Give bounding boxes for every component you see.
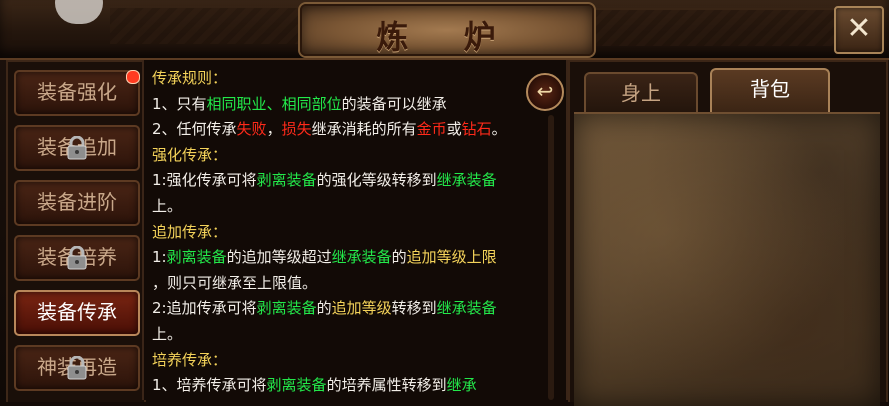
tab-bag[interactable]: 背包 bbox=[710, 68, 830, 114]
notification-dot-icon bbox=[126, 70, 140, 84]
menu-item-append[interactable]: 装备追加 bbox=[14, 125, 140, 171]
section-heading-cultivate: 培养传承： bbox=[152, 350, 228, 369]
window-title: 炼 炉 bbox=[376, 18, 518, 56]
inventory-panel: 身上 背包 bbox=[568, 60, 888, 406]
lock-icon bbox=[67, 356, 87, 380]
rule-line-append-2-cont: 上。 bbox=[152, 324, 183, 343]
title-plate: 炼 炉 bbox=[300, 4, 594, 56]
rule-line-append-1: 1:剥离装备的追加等级超过继承装备的追加等级上限 bbox=[152, 248, 497, 267]
rule-line-append-2: 2:追加传承可将剥离装备的追加等级转移到继承装备 bbox=[152, 299, 497, 318]
back-arrow-icon[interactable]: ↩ bbox=[526, 73, 564, 111]
lock-icon bbox=[67, 136, 87, 160]
top-badge-icon[interactable] bbox=[55, 0, 103, 24]
menu-item-label: 装备强化 bbox=[37, 80, 117, 104]
tab-equipped[interactable]: 身上 bbox=[584, 72, 698, 112]
title-ornament-right bbox=[568, 8, 872, 46]
bag-content-area[interactable] bbox=[574, 112, 880, 406]
close-button[interactable]: ✕ bbox=[834, 6, 884, 54]
menu-item-inherit[interactable]: 装备传承 bbox=[14, 290, 140, 336]
rule-line-append-1-cont: ，则只可继承至上限值。 bbox=[152, 273, 318, 292]
section-heading-append: 追加传承： bbox=[152, 222, 228, 241]
title-bar: 炼 炉 ✕ bbox=[0, 0, 889, 60]
menu-item-cultivate[interactable]: 装备培养 bbox=[14, 235, 140, 281]
section-heading-enhance: 强化传承： bbox=[152, 145, 228, 164]
forge-window: 炼 炉 ✕ 装备强化 装备追加 装备进阶 装备培养 bbox=[0, 0, 889, 406]
lock-icon bbox=[67, 246, 87, 270]
menu-item-reforge[interactable]: 神装再造 bbox=[14, 345, 140, 391]
forge-menu: 装备强化 装备追加 装备进阶 装备培养 装备传承 神装再造 bbox=[6, 60, 146, 402]
rule-line-enhance: 1:强化传承可将剥离装备的强化等级转移到继承装备 bbox=[152, 171, 497, 190]
rule-line-cultivate: 1、培养传承可将剥离装备的培养属性转移到继承 bbox=[152, 376, 477, 395]
rules-scrollbar[interactable] bbox=[548, 115, 554, 400]
menu-item-label: 装备进阶 bbox=[37, 190, 117, 214]
rule-line-enhance-cont: 上。 bbox=[152, 196, 183, 215]
rules-text: 传承规则： 1、只有相同职业、相同部位的装备可以继承 2、任何传承失败，损失继承… bbox=[152, 66, 556, 399]
menu-item-label: 装备传承 bbox=[37, 300, 117, 324]
rules-heading: 传承规则： bbox=[152, 69, 228, 87]
rule-line-1: 1、只有相同职业、相同部位的装备可以继承 bbox=[152, 94, 447, 113]
menu-item-advance[interactable]: 装备进阶 bbox=[14, 180, 140, 226]
menu-item-enhance[interactable]: 装备强化 bbox=[14, 70, 140, 116]
rules-panel[interactable]: 传承规则： 1、只有相同职业、相同部位的装备可以继承 2、任何传承失败，损失继承… bbox=[142, 60, 568, 400]
rule-line-2: 2、任何传承失败，损失继承消耗的所有金币或钻石。 bbox=[152, 120, 507, 139]
